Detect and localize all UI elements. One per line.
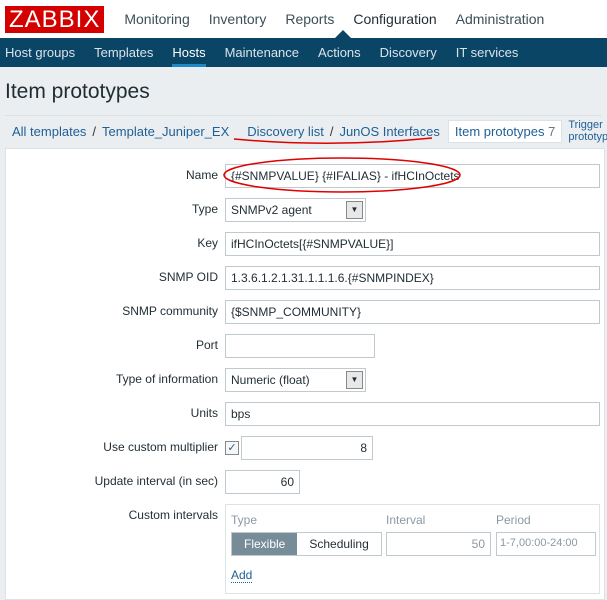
units-input[interactable]: bps xyxy=(225,402,600,426)
col-type: Type xyxy=(231,513,258,527)
name-label: Name xyxy=(185,168,218,182)
nav-configuration[interactable]: Configuration xyxy=(353,11,436,27)
community-label: SNMP community xyxy=(122,304,218,318)
interval-type-toggle: Flexible Scheduling xyxy=(231,532,382,556)
row-oid: SNMP OID 1.3.6.1.2.1.31.1.1.1.6.{#SNMPIND… xyxy=(6,266,604,290)
row-info-type: Type of information Numeric (float) ▼ xyxy=(6,368,604,392)
col-period: Period xyxy=(496,513,531,527)
row-update-interval: Update interval (in sec) 60 xyxy=(6,470,604,494)
link-all-templates[interactable]: All templates xyxy=(12,124,86,139)
key-label: Key xyxy=(197,236,218,250)
multiplier-input[interactable]: 8 xyxy=(241,436,373,460)
scheduling-button[interactable]: Scheduling xyxy=(297,533,380,555)
interval-input[interactable]: 50 xyxy=(386,532,491,556)
info-type-select[interactable]: Numeric (float) ▼ xyxy=(225,368,366,392)
nav-inventory[interactable]: Inventory xyxy=(209,11,267,27)
page-title: Item prototypes xyxy=(5,80,150,103)
subnav-it-services[interactable]: IT services xyxy=(456,38,519,67)
chevron-down-icon: ▼ xyxy=(346,201,363,219)
nav-monitoring[interactable]: Monitoring xyxy=(124,11,189,27)
row-units: Units bps xyxy=(6,402,604,426)
tab-trigger-prototypes[interactable]: Trigger prototypes xyxy=(568,119,607,143)
nav-administration[interactable]: Administration xyxy=(456,11,545,27)
info-type-label: Type of information xyxy=(115,372,218,386)
add-interval-link[interactable]: Add xyxy=(231,568,253,583)
breadcrumb-separator: / xyxy=(92,123,97,139)
row-key: Key ifHCInOctets[{#SNMPVALUE}] xyxy=(6,232,604,256)
nav-reports[interactable]: Reports xyxy=(285,11,334,27)
breadcrumb-separator: / xyxy=(329,123,334,139)
community-input[interactable]: {$SNMP_COMMUNITY} xyxy=(225,300,600,324)
link-template[interactable]: Template_Juniper_EX xyxy=(102,124,229,139)
row-community: SNMP community {$SNMP_COMMUNITY} xyxy=(6,300,604,324)
multiplier-checkbox[interactable]: ✓ xyxy=(225,441,239,455)
link-discovery-rule[interactable]: JunOS Interfaces xyxy=(339,124,439,139)
sub-nav: Host groups Templates Hosts Maintenance … xyxy=(0,38,607,67)
row-name: Name {#SNMPVALUE} {#IFALIAS} - ifHCInOcte… xyxy=(6,164,604,188)
subnav-hosts[interactable]: Hosts xyxy=(172,38,206,67)
type-value: SNMPv2 agent xyxy=(231,203,312,217)
tab-item-prototypes-label[interactable]: Item prototypes xyxy=(455,124,545,139)
row-multiplier: Use custom multiplier ✓ 8 xyxy=(6,436,604,460)
link-discovery-list[interactable]: Discovery list xyxy=(247,124,324,139)
row-port: Port xyxy=(6,334,604,358)
info-type-value: Numeric (float) xyxy=(231,373,310,387)
main-nav: Monitoring Inventory Reports Configurati… xyxy=(124,11,563,27)
col-interval: Interval xyxy=(386,513,426,527)
period-input[interactable]: 1-7,00:00-24:00 xyxy=(496,532,596,556)
subnav-host-groups[interactable]: Host groups xyxy=(5,38,75,67)
active-nav-caret xyxy=(335,30,351,38)
subnav-discovery[interactable]: Discovery xyxy=(380,38,437,67)
flexible-button[interactable]: Flexible xyxy=(232,533,298,555)
oid-input[interactable]: 1.3.6.1.2.1.31.1.1.1.6.{#SNMPINDEX} xyxy=(225,266,600,290)
port-label: Port xyxy=(195,338,218,352)
multiplier-label: Use custom multiplier xyxy=(103,440,218,454)
custom-intervals-table: Type Interval Period Flexible Scheduling … xyxy=(225,504,600,594)
subnav-templates[interactable]: Templates xyxy=(94,38,153,67)
type-label: Type xyxy=(191,202,218,216)
item-form: Name {#SNMPVALUE} {#IFALIAS} - ifHCInOcte… xyxy=(5,148,605,600)
type-select[interactable]: SNMPv2 agent ▼ xyxy=(225,198,366,222)
oid-label: SNMP OID xyxy=(158,270,218,284)
subnav-maintenance[interactable]: Maintenance xyxy=(225,38,299,67)
chevron-down-icon: ▼ xyxy=(346,371,363,389)
name-input[interactable]: {#SNMPVALUE} {#IFALIAS} - ifHCInOctets xyxy=(225,164,600,188)
port-input[interactable] xyxy=(225,334,375,358)
row-type: Type SNMPv2 agent ▼ xyxy=(6,198,604,222)
update-interval-label: Update interval (in sec) xyxy=(94,474,218,488)
custom-intervals-label: Custom intervals xyxy=(128,508,218,522)
units-label: Units xyxy=(190,406,218,420)
zabbix-logo[interactable]: ZABBIX xyxy=(5,5,105,33)
key-input[interactable]: ifHCInOctets[{#SNMPVALUE}] xyxy=(225,232,600,256)
top-header: ZABBIX Monitoring Inventory Reports Conf… xyxy=(0,0,607,38)
tab-item-prototypes[interactable]: Item prototypes 7 xyxy=(447,119,563,143)
breadcrumb: All templates / Template_Juniper_EX Disco… xyxy=(0,116,607,146)
update-interval-input[interactable]: 60 xyxy=(225,470,300,494)
item-count: 7 xyxy=(548,123,556,139)
subnav-actions[interactable]: Actions xyxy=(318,38,361,67)
